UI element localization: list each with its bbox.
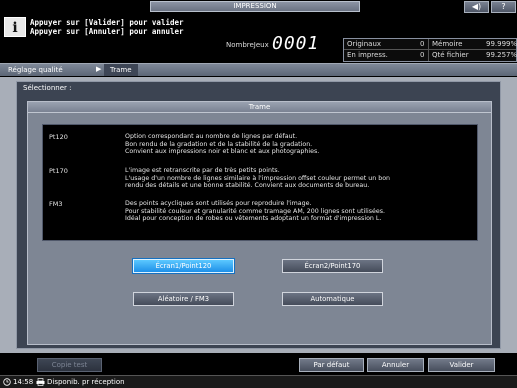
desc-line: L'image est retranscrite par de très pet… xyxy=(125,167,280,174)
status-time: 14:58 xyxy=(13,378,34,386)
desc-line: Idéal pour conception de robes ou vêteme… xyxy=(125,215,382,223)
desc-key-pt120: Pt120 xyxy=(49,133,68,141)
breadcrumb-quality-settings[interactable]: Réglage qualité xyxy=(8,66,63,74)
memory-label: Mémoire xyxy=(432,40,463,48)
originals-value: 0 xyxy=(420,40,425,48)
desc-text-pt170: L'image est retranscrite par de très pet… xyxy=(125,167,390,190)
breadcrumb-screen: Trame xyxy=(104,64,138,76)
header: IMPRESSION i Appuyer sur [Valider] pour … xyxy=(0,0,517,63)
desc-key-fm3: FM3 xyxy=(49,200,63,208)
ecran1-button[interactable]: Écran1/Point120 xyxy=(133,259,234,273)
selection-frame: Sélectionner : Trame Pt120 Option corres… xyxy=(16,81,501,349)
copy-test-button[interactable]: Copie test xyxy=(37,358,102,372)
screen-panel: Trame Pt120 Option correspondant au nomb… xyxy=(27,101,492,345)
desc-text-fm3: Des points acycliques sont utilisés pour… xyxy=(125,200,385,223)
desc-line: rendu des détails et une bonne stabilité… xyxy=(125,182,370,190)
file-qty-label: Qté fichier xyxy=(432,51,469,59)
cancel-button[interactable]: Annuler xyxy=(367,358,424,372)
help-icon[interactable]: ? xyxy=(491,1,516,13)
desc-key-pt170: Pt170 xyxy=(49,167,68,175)
breadcrumb-arrow-icon: ▶ xyxy=(96,65,102,73)
desc-line: Bon rendu de la gradation et de la stabi… xyxy=(125,140,313,148)
printing-label: En impress. xyxy=(347,51,388,59)
select-label: Sélectionner : xyxy=(23,84,72,92)
speaker-icon[interactable]: ◀) xyxy=(464,1,489,13)
counter-divider xyxy=(428,39,429,61)
clock-icon xyxy=(3,378,11,388)
automatic-button[interactable]: Automatique xyxy=(282,292,383,306)
originals-label: Originaux xyxy=(347,40,382,48)
instruction-line-1: Appuyer sur [Valider] pour valider xyxy=(30,18,184,27)
breadcrumb: Réglage qualité ▶ Trame xyxy=(0,63,517,76)
desc-line: Des points acycliques sont utilisés pour… xyxy=(125,200,312,207)
ecran2-button[interactable]: Écran2/Point170 xyxy=(282,259,383,273)
memory-value: 99.999% xyxy=(486,40,517,48)
status-text: Disponib. pr réception xyxy=(47,378,125,386)
desc-line: Convient aux impressions noir et blanc e… xyxy=(125,148,320,156)
main-area: Sélectionner : Trame Pt120 Option corres… xyxy=(0,77,517,353)
desc-line: Option correspondant au nombre de lignes… xyxy=(125,133,298,140)
status-bar: 14:58 Disponib. pr réception xyxy=(0,375,517,388)
window-title: IMPRESSION xyxy=(150,1,360,12)
description-box: Pt120 Option correspondant au nombre de … xyxy=(42,124,478,241)
file-qty-value: 99.257% xyxy=(486,51,517,59)
jobs-count-value: 0001 xyxy=(272,33,320,54)
validate-button[interactable]: Valider xyxy=(428,358,495,372)
top-right-buttons: ◀) ? xyxy=(461,0,517,14)
panel-title: Trame xyxy=(28,102,491,113)
jobs-count-label: NombreJeux xyxy=(226,41,269,49)
footer-bar: Copie test Par défaut Annuler Valider xyxy=(0,353,517,375)
aleatoire-fm3-button[interactable]: Aléatoire / FM3 xyxy=(133,292,234,306)
counters-panel: Originaux 0 Mémoire 99.999% En impress. … xyxy=(343,38,517,62)
instruction-line-2: Appuyer sur [Annuler] pour annuler xyxy=(30,27,184,36)
info-icon: i xyxy=(4,17,26,37)
desc-text-pt120: Option correspondant au nombre de lignes… xyxy=(125,133,319,156)
printing-value: 0 xyxy=(420,51,425,59)
default-button[interactable]: Par défaut xyxy=(299,358,364,372)
printer-icon xyxy=(36,378,45,388)
